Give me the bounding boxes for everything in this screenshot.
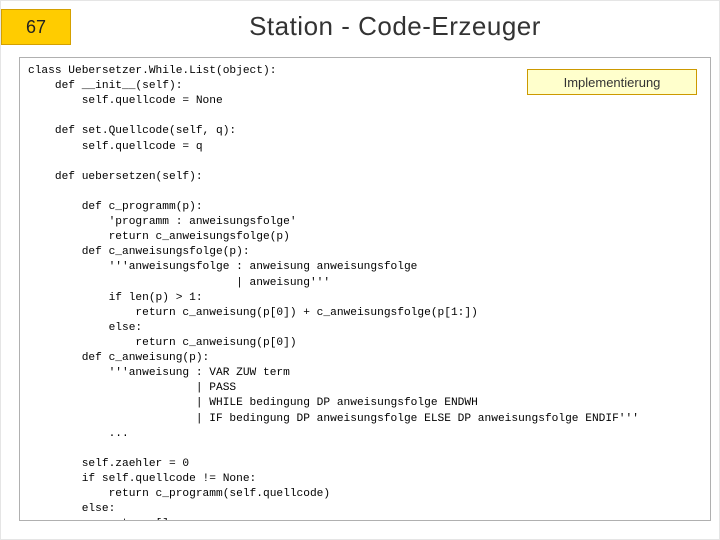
- slide-number-text: 67: [26, 17, 46, 38]
- slide-header: 67 Station - Code-Erzeuger: [1, 1, 719, 51]
- code-block: class Uebersetzer.While.List(object): de…: [28, 64, 702, 521]
- implementation-callout: Implementierung: [527, 69, 697, 95]
- slide-title: Station - Code-Erzeuger: [71, 11, 719, 42]
- code-container: class Uebersetzer.While.List(object): de…: [19, 57, 711, 521]
- slide-number-badge: 67: [1, 9, 71, 45]
- callout-label: Implementierung: [564, 75, 661, 90]
- slide: 67 Station - Code-Erzeuger class Ueberse…: [0, 0, 720, 540]
